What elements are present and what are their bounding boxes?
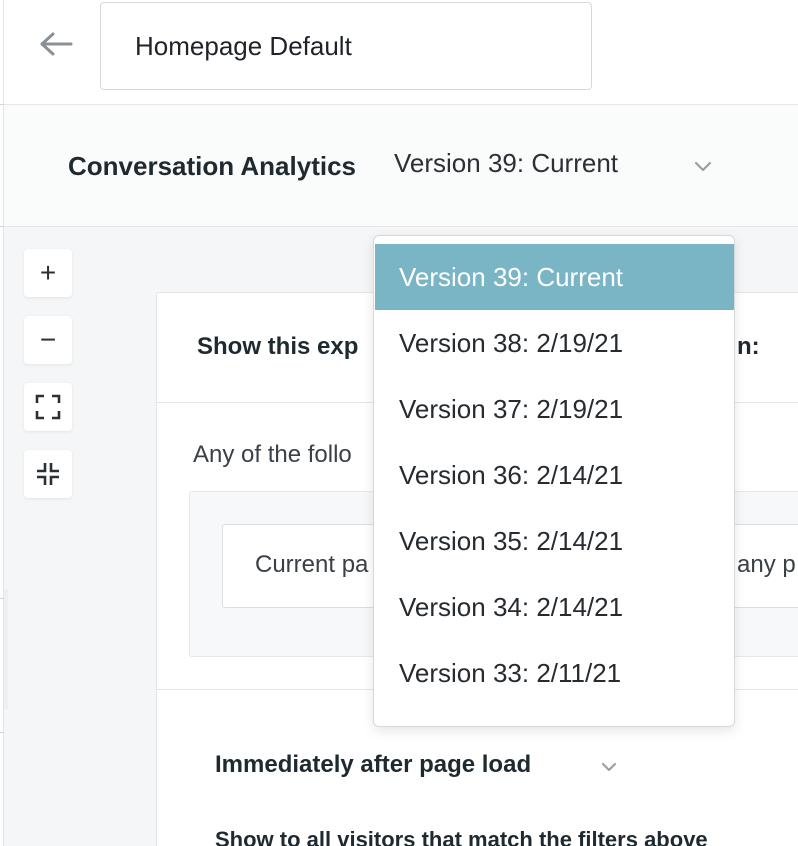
filter-rule-field: Current pa	[255, 551, 369, 578]
chevron-down-icon	[692, 155, 714, 177]
compress-icon	[37, 463, 59, 485]
left-rail-accent	[4, 589, 8, 709]
version-option[interactable]: Version 35: 2/14/21	[375, 508, 734, 574]
back-arrow-icon[interactable]	[36, 28, 76, 60]
version-option[interactable]: Version 37: 2/19/21	[375, 376, 734, 442]
zoom-in-button[interactable]: +	[24, 249, 72, 297]
targeting-heading-tail: n:	[737, 333, 760, 360]
minus-icon: −	[39, 324, 57, 355]
version-option[interactable]: Version 39: Current	[375, 244, 734, 310]
fit-to-screen-button[interactable]	[24, 450, 72, 498]
experience-editor: Conversation Analytics Version 39: Curre…	[0, 0, 798, 846]
expand-icon	[35, 394, 61, 420]
version-option[interactable]: Version 34: 2/14/21	[375, 574, 734, 640]
targeting-heading: Show this exp	[197, 333, 359, 360]
version-option[interactable]: Version 38: 2/19/21	[375, 310, 734, 376]
version-option[interactable]: Version 36: 2/14/21	[375, 442, 734, 508]
timing-select[interactable]: Immediately after page load	[215, 751, 617, 783]
match-any-label: Any of the follo	[193, 441, 352, 468]
zoom-out-button[interactable]: −	[24, 316, 72, 364]
timing-select-value: Immediately after page load	[215, 751, 532, 778]
analytics-bar: Conversation Analytics Version 39: Curre…	[4, 105, 798, 227]
fullscreen-button[interactable]	[24, 383, 72, 431]
version-option[interactable]: Version 33: 2/11/21	[375, 640, 734, 706]
version-dropdown-menu: Version 39: Current Version 38: 2/19/21 …	[373, 235, 735, 727]
experience-name-input[interactable]	[100, 2, 592, 90]
version-select[interactable]: Version 39: Current	[394, 145, 724, 185]
chevron-down-icon	[599, 757, 619, 777]
top-bar	[4, 0, 798, 105]
audience-description: Show to all visitors that match the filt…	[215, 827, 708, 846]
filter-rule-operator: any p	[737, 551, 796, 578]
analytics-title: Conversation Analytics	[68, 151, 357, 181]
plus-icon: +	[39, 257, 57, 288]
version-select-value: Version 39: Current	[394, 148, 619, 178]
